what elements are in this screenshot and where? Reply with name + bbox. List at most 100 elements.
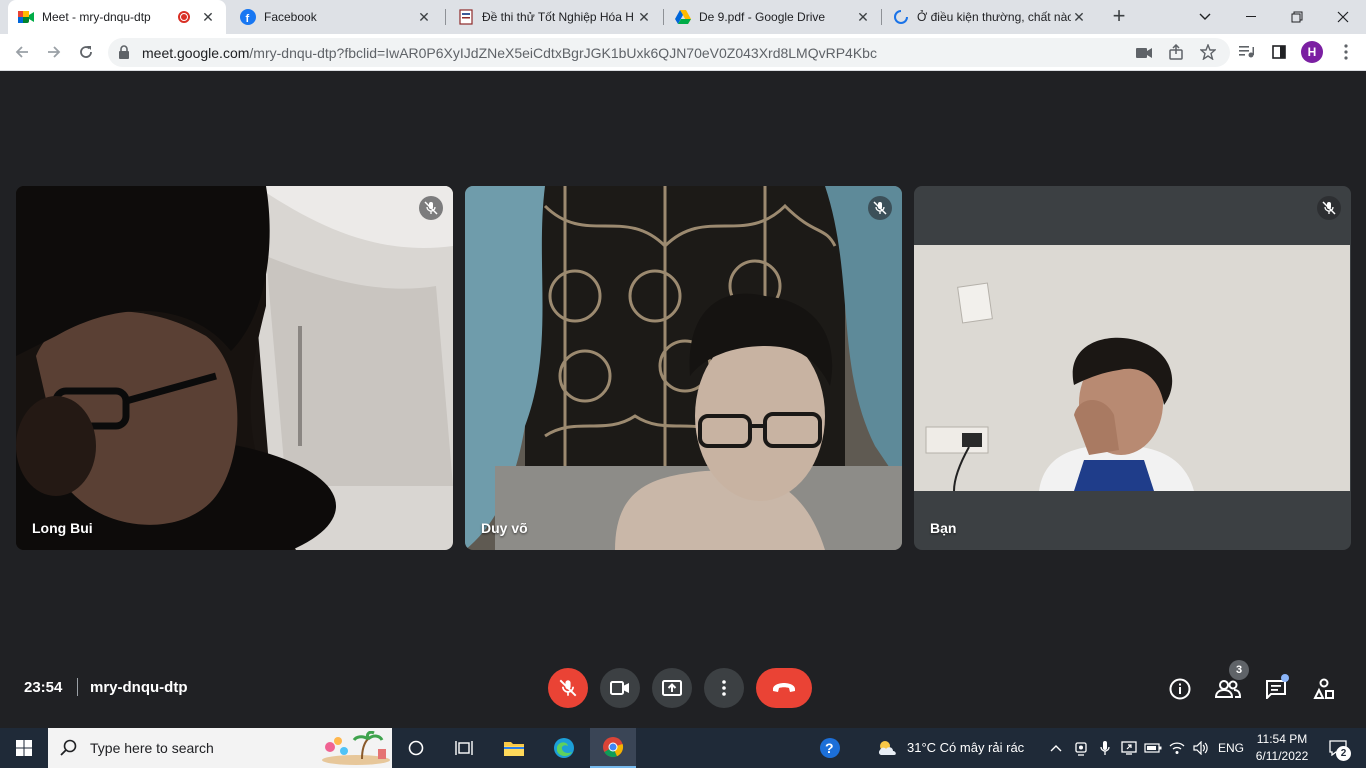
microphone-tray-icon[interactable] <box>1094 728 1116 768</box>
participant-tile-long-bui[interactable]: Long Bui <box>16 186 453 550</box>
chat-icon <box>1266 680 1286 699</box>
notification-center-button[interactable]: 2 <box>1320 728 1356 768</box>
participant-name: Duy võ <box>481 520 528 536</box>
close-tab-icon[interactable]: ✕ <box>416 9 432 25</box>
screen-capture-tray-icon[interactable] <box>1118 728 1140 768</box>
weather-text[interactable]: 31°C Có mây rải rác <box>907 740 1024 755</box>
meeting-clock: 23:54 <box>24 679 63 696</box>
close-tab-icon[interactable]: ✕ <box>855 9 871 25</box>
meeting-code: mry-dnqu-dtp <box>90 679 188 696</box>
input-language-indicator[interactable]: ENG <box>1218 741 1244 755</box>
microphone-toggle-button[interactable] <box>548 668 588 708</box>
reload-button[interactable] <box>74 40 98 64</box>
forward-button[interactable] <box>42 40 66 64</box>
close-window-button[interactable] <box>1320 0 1366 34</box>
folder-icon <box>504 742 524 756</box>
meeting-details-button[interactable] <box>1167 676 1193 702</box>
reload-icon <box>80 46 92 58</box>
network-tray-icon[interactable] <box>1166 728 1188 768</box>
mic-off-icon <box>424 201 438 215</box>
videocam-icon <box>610 681 629 695</box>
tab-search-button[interactable] <box>1182 0 1228 34</box>
tab-facebook[interactable]: f Facebook ✕ <box>230 0 442 34</box>
media-control-button[interactable] <box>1235 40 1259 64</box>
new-tab-button[interactable]: + <box>1108 5 1130 27</box>
close-tab-icon[interactable]: ✕ <box>1071 9 1087 25</box>
present-screen-button[interactable] <box>652 668 692 708</box>
chevron-up-icon <box>1050 745 1062 752</box>
google-meet-icon <box>18 9 34 25</box>
camera-tray-icon[interactable] <box>1070 728 1092 768</box>
chrome-menu-button[interactable] <box>1334 40 1358 64</box>
facebook-icon: f <box>240 9 256 25</box>
participant-count-badge: 3 <box>1229 660 1249 680</box>
show-hidden-icons-button[interactable] <box>1046 728 1066 768</box>
tab-title: Ở điều kiện thường, chất nào <box>917 10 1071 24</box>
tab-meet[interactable]: Meet - mry-dnqu-dtp ✕ <box>8 0 226 34</box>
activities-button[interactable] <box>1311 676 1337 702</box>
taskbar-file-explorer[interactable] <box>494 728 534 768</box>
more-options-button[interactable] <box>704 668 744 708</box>
participant-name: Long Bui <box>32 520 93 536</box>
search-placeholder: Type here to search <box>90 740 214 756</box>
weather-widget-icon[interactable] <box>874 728 902 768</box>
camera-in-use-icon[interactable] <box>1136 46 1152 64</box>
tab-title: Meet - mry-dnqu-dtp <box>42 10 151 24</box>
windows-logo-icon <box>16 740 32 756</box>
taskbar-edge[interactable] <box>544 728 584 768</box>
start-button[interactable] <box>0 728 48 768</box>
search-icon <box>60 739 77 756</box>
minimize-button[interactable] <box>1228 0 1274 34</box>
volume-tray-icon[interactable] <box>1190 728 1212 768</box>
lock-icon[interactable] <box>118 45 130 64</box>
url-text: meet.google.com/mry-dnqu-dtp?fbclid=IwAR… <box>142 45 877 61</box>
info-icon <box>1169 678 1191 700</box>
partly-cloudy-icon <box>878 741 896 755</box>
share-icon[interactable] <box>1168 43 1184 65</box>
mic-off-indicator <box>1317 196 1341 220</box>
bookmark-star-icon[interactable] <box>1199 43 1217 65</box>
taskbar-clock[interactable]: 11:54 PM 6/11/2022 <box>1247 731 1317 765</box>
speaker-icon <box>1193 741 1208 755</box>
tab-question[interactable]: Ở điều kiện thường, chất nào ✕ <box>883 0 1097 34</box>
tab-separator <box>445 9 446 25</box>
windows-taskbar: Type here to search ? 31°C Có mây rải rá… <box>0 728 1366 768</box>
close-tab-icon[interactable]: ✕ <box>200 9 216 25</box>
self-video <box>914 245 1350 491</box>
cortana-button[interactable] <box>396 728 436 768</box>
svg-text:?: ? <box>825 740 834 756</box>
battery-icon <box>1144 743 1162 753</box>
meet-control-bar: 23:54 mry-dnqu-dtp 3 <box>0 660 1366 716</box>
camera-toggle-button[interactable] <box>600 668 640 708</box>
taskbar-chrome-active[interactable] <box>590 728 636 768</box>
tab-title: Facebook <box>264 10 317 24</box>
help-tray-icon[interactable]: ? <box>816 728 844 768</box>
leave-call-button[interactable] <box>756 668 812 708</box>
side-panel-button[interactable] <box>1267 40 1291 64</box>
screen-share-icon <box>1121 741 1137 755</box>
forward-arrow-icon <box>48 46 61 58</box>
participant-video <box>465 186 902 550</box>
task-view-icon <box>455 741 473 755</box>
cortana-circle-icon <box>408 740 424 756</box>
activities-shapes-icon <box>1313 678 1334 699</box>
tab-separator <box>881 9 882 25</box>
back-button[interactable] <box>10 40 34 64</box>
restore-button[interactable] <box>1274 0 1320 34</box>
taskbar-search-box[interactable]: Type here to search <box>48 728 392 768</box>
url-path: /mry-dnqu-dtp?fbclid=IwAR0P6XyIJdZNeX5ei… <box>249 45 877 61</box>
task-view-button[interactable] <box>444 728 484 768</box>
participant-tile-self[interactable]: Bạn <box>914 186 1351 550</box>
call-end-icon <box>773 683 795 692</box>
tab-google-drive[interactable]: De 9.pdf - Google Drive ✕ <box>665 0 881 34</box>
address-bar[interactable]: meet.google.com/mry-dnqu-dtp?fbclid=IwAR… <box>108 38 1230 67</box>
browser-tab-strip: Meet - mry-dnqu-dtp ✕ f Facebook ✕ Đề th… <box>0 0 1366 34</box>
side-panel-icon <box>1272 45 1286 59</box>
profile-avatar[interactable]: H <box>1301 41 1323 63</box>
participant-tile-duy-vo[interactable]: Duy võ <box>465 186 902 550</box>
close-tab-icon[interactable]: ✕ <box>636 9 652 25</box>
battery-tray-icon[interactable] <box>1142 728 1164 768</box>
divider <box>77 678 78 696</box>
tab-exam[interactable]: Đề thi thử Tốt Nghiệp Hóa H ✕ <box>448 0 662 34</box>
more-vert-icon <box>722 680 726 696</box>
